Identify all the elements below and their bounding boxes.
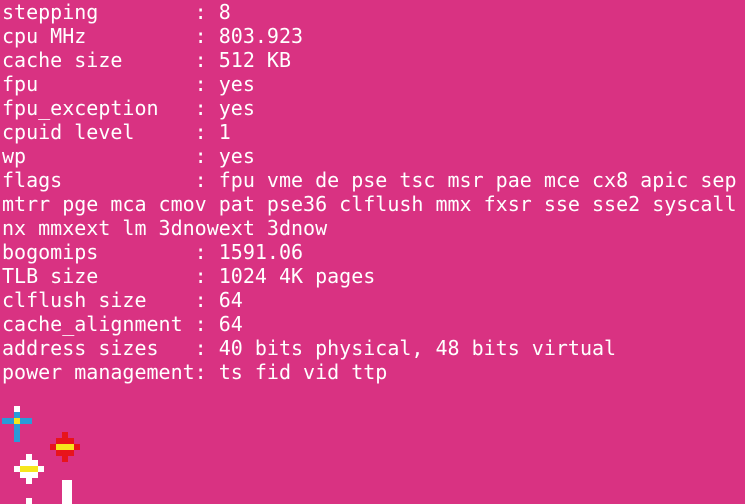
terminal-line: clflush size : 64: [2, 288, 243, 312]
terminal-line: power management: ts fid vid ttp: [2, 360, 388, 384]
terminal-line: address sizes : 40 bits physical, 48 bit…: [2, 336, 617, 360]
terminal-line: cache size : 512 KB: [2, 48, 291, 72]
terminal-line: cache_alignment : 64: [2, 312, 243, 336]
terminal-line: cpu MHz : 803.923: [2, 24, 304, 48]
white-cross-icon: [14, 454, 50, 504]
terminal-line: TLB size : 1024 4K pages: [2, 264, 376, 288]
red-cross-icon: [50, 432, 86, 504]
terminal-line: nx mmxext lm 3dnowext 3dnow: [2, 216, 328, 240]
pixel-icons: [0, 404, 100, 504]
terminal-line: bogomips : 1591.06: [2, 240, 304, 264]
terminal-line: flags : fpu vme de pse tsc msr pae mce c…: [2, 168, 737, 192]
blue-cross-icon: [2, 406, 38, 442]
terminal-output: stepping : 8 cpu MHz : 803.923 cache siz…: [2, 0, 745, 384]
terminal-screen: stepping : 8 cpu MHz : 803.923 cache siz…: [0, 0, 745, 504]
terminal-line: fpu_exception : yes: [2, 96, 255, 120]
terminal-line: mtrr pge mca cmov pat pse36 clflush mmx …: [2, 192, 737, 216]
terminal-line: wp : yes: [2, 144, 255, 168]
terminal-line: fpu : yes: [2, 72, 255, 96]
terminal-line: stepping : 8: [2, 0, 231, 24]
terminal-line: cpuid level : 1: [2, 120, 231, 144]
